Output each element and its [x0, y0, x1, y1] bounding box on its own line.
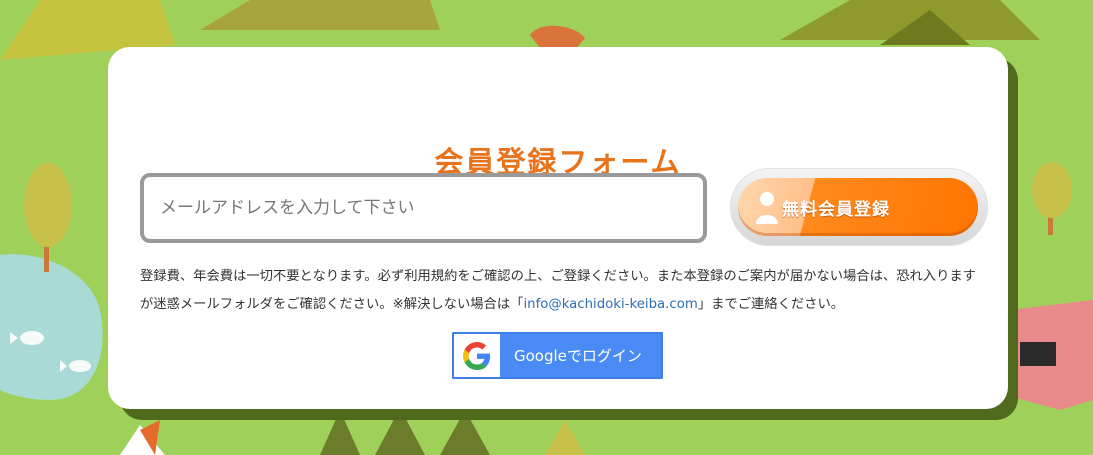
- registration-notice: 登録費、年会費は一切不要となります。必ず利用規約をご確認の上、ご登録ください。ま…: [140, 263, 980, 319]
- register-button-label: 無料会員登録: [782, 199, 890, 220]
- email-input[interactable]: [140, 173, 707, 243]
- person-icon: [756, 192, 778, 224]
- google-login-button[interactable]: Googleでログイン: [452, 332, 663, 379]
- notice-text-part2: 」までご連絡ください。: [697, 297, 845, 312]
- registration-card: 会員登録フォーム 無料会員登録 登録費、年会費は一切不要となります。必ず利用規約…: [108, 47, 1008, 409]
- google-logo-icon: [454, 334, 500, 377]
- register-button-frame: 無料会員登録: [730, 168, 988, 246]
- free-register-button[interactable]: 無料会員登録: [738, 178, 978, 236]
- contact-email-link[interactable]: info@kachidoki-keiba.com: [523, 297, 697, 312]
- google-login-label: Googleでログイン: [514, 347, 642, 365]
